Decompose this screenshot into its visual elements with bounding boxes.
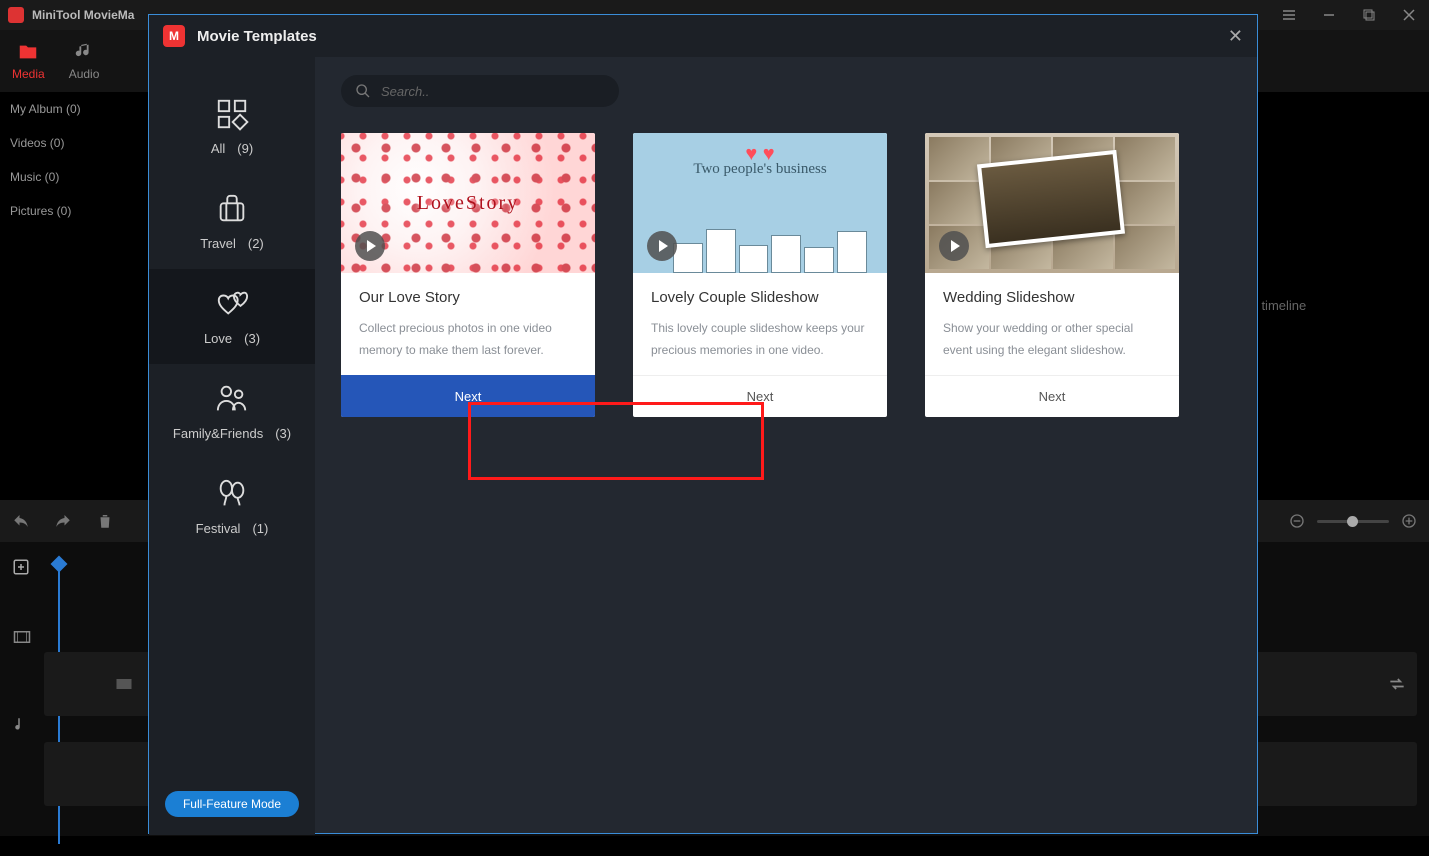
dialog-title: Movie Templates [197,28,317,45]
video-track-icon [13,628,31,646]
hearts-icon [215,287,249,321]
menu-button[interactable] [1269,0,1309,30]
sidebar-item[interactable]: Music (0) [0,160,148,194]
zoom-in-icon[interactable] [1401,513,1417,529]
close-button[interactable] [1389,0,1429,30]
suitcase-icon [215,192,249,226]
category-sidebar: All(9) Travel(2) Love(3) Family&Friends(… [149,57,315,835]
play-icon[interactable] [355,231,385,261]
trash-icon[interactable] [96,512,114,530]
minimize-button[interactable] [1309,0,1349,30]
clip-icon [114,674,134,694]
card-thumbnail: ♥ ♥ Two people's business [633,133,887,273]
tab-media[interactable]: Media [12,41,45,81]
next-button[interactable]: Next [925,375,1179,417]
zoom-out-icon[interactable] [1289,513,1305,529]
next-button[interactable]: Next [633,375,887,417]
card-description: Show your wedding or other special event… [943,318,1161,361]
search-icon [355,83,371,99]
sidebar-item[interactable]: Pictures (0) [0,194,148,228]
search-box[interactable] [341,75,619,107]
grid-icon [215,97,249,131]
play-icon[interactable] [647,231,677,261]
category-travel[interactable]: Travel(2) [149,174,315,269]
window-controls [1269,0,1429,30]
template-cards: LoveStory Our Love Story Collect preciou… [341,133,1231,417]
dialog-app-icon: M [163,25,185,47]
swap-icon[interactable] [1387,674,1407,694]
next-button[interactable]: Next [341,375,595,417]
card-title: Our Love Story [359,289,577,306]
category-festival[interactable]: Festival(1) [149,459,315,554]
undo-icon[interactable] [12,512,30,530]
card-thumbnail [925,133,1179,273]
category-all[interactable]: All(9) [149,79,315,174]
sidebar-item[interactable]: My Album (0) [0,92,148,126]
card-title: Wedding Slideshow [943,289,1161,306]
search-input[interactable] [381,84,605,99]
people-icon [215,382,249,416]
folder-icon [17,41,39,63]
maximize-button[interactable] [1349,0,1389,30]
play-icon[interactable] [939,231,969,261]
card-title: Lovely Couple Slideshow [651,289,869,306]
app-title: MiniTool MovieMa [32,8,134,22]
card-description: Collect precious photos in one video mem… [359,318,577,361]
category-family[interactable]: Family&Friends(3) [149,364,315,459]
card-description: This lovely couple slideshow keeps your … [651,318,869,361]
card-thumbnail: LoveStory [341,133,595,273]
sidebar-item[interactable]: Videos (0) [0,126,148,160]
music-icon [73,41,95,63]
zoom-slider[interactable] [1317,520,1389,523]
templates-content: LoveStory Our Love Story Collect preciou… [315,57,1257,835]
template-card-love-story[interactable]: LoveStory Our Love Story Collect preciou… [341,133,595,417]
template-card-couple[interactable]: ♥ ♥ Two people's business Lovely Couple … [633,133,887,417]
full-feature-button[interactable]: Full-Feature Mode [165,791,299,817]
dialog-header: M Movie Templates ✕ [149,15,1257,57]
tab-audio[interactable]: Audio [69,41,100,81]
app-icon [8,7,24,23]
media-sidebar: My Album (0) Videos (0) Music (0) Pictur… [0,92,148,228]
audio-track-icon [13,716,31,734]
balloons-icon [215,477,249,511]
dialog-close-button[interactable]: ✕ [1228,26,1243,47]
redo-icon[interactable] [54,512,72,530]
category-love[interactable]: Love(3) [149,269,315,364]
templates-dialog: M Movie Templates ✕ All(9) Travel(2) Lov… [148,14,1258,834]
template-card-wedding[interactable]: Wedding Slideshow Show your wedding or o… [925,133,1179,417]
